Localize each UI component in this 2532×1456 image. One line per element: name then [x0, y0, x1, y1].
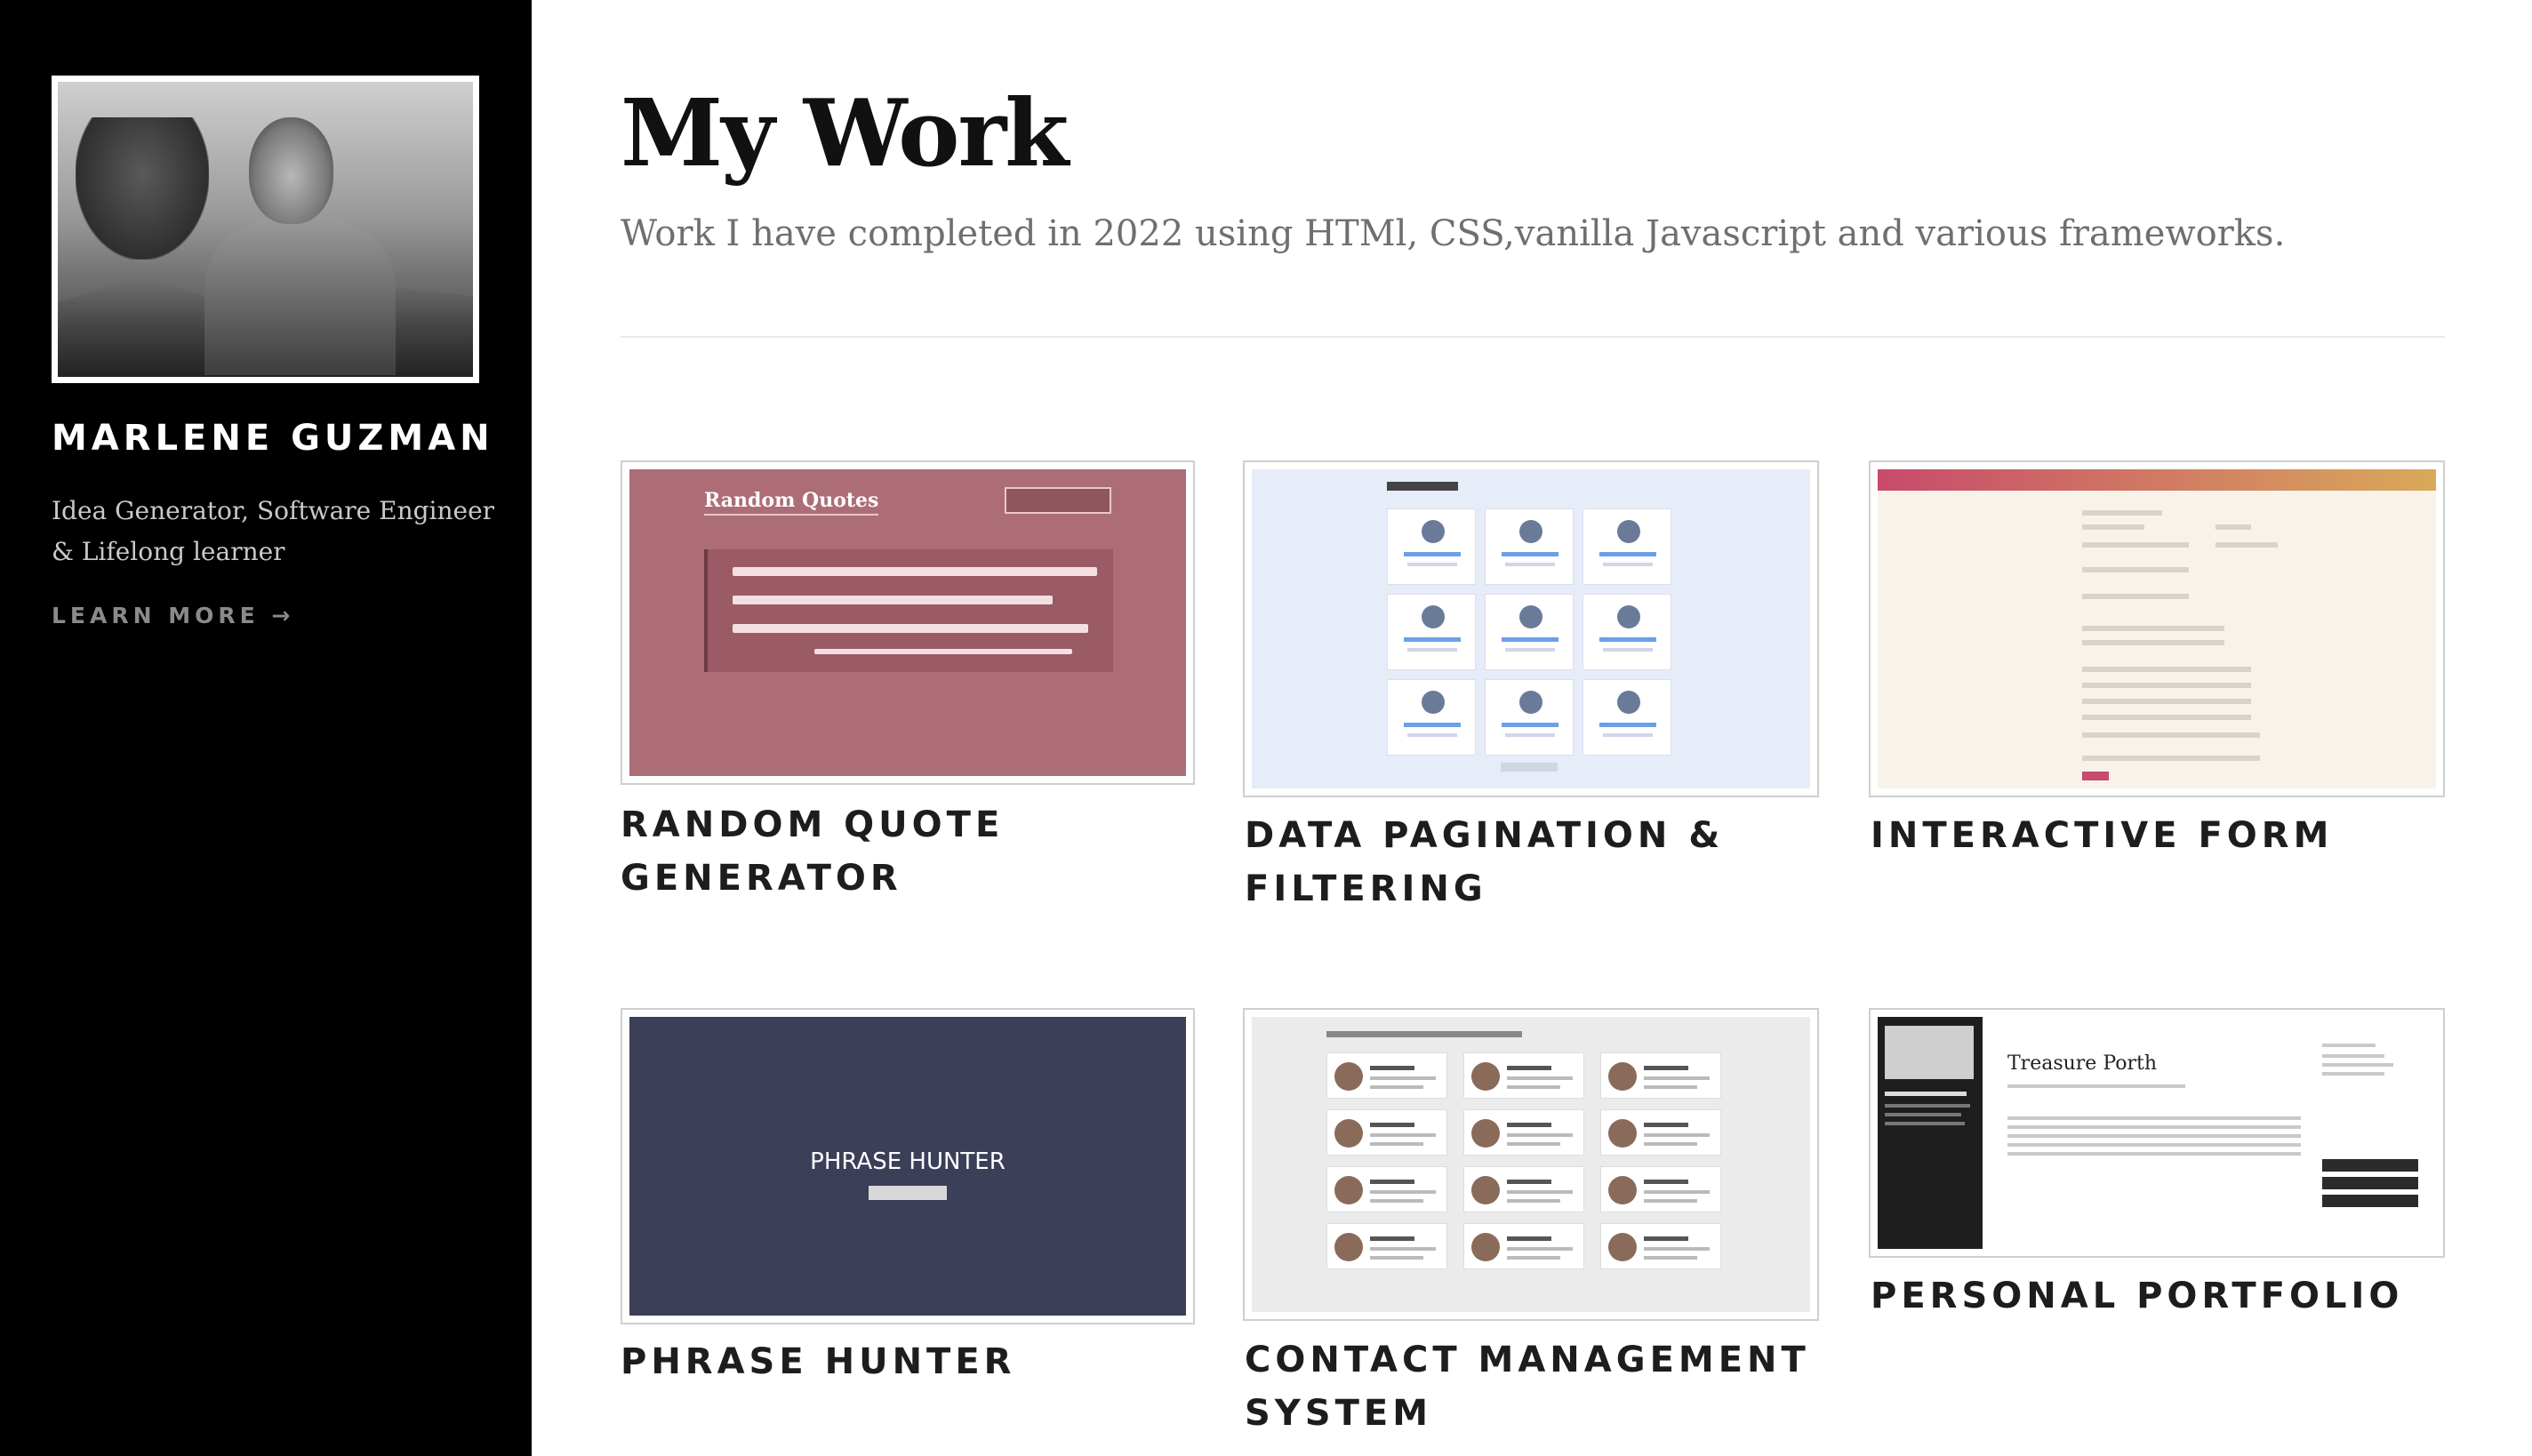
thumb-sidebar [1878, 1017, 1983, 1249]
divider [621, 336, 2445, 338]
project-thumbnail[interactable]: Random Quotes [621, 460, 1195, 785]
thumb-title [1326, 1031, 1522, 1037]
learn-more-link[interactable]: LEARN MORE → [52, 603, 294, 628]
avatar [52, 76, 479, 383]
page-title: My Work [621, 78, 1069, 188]
project-title[interactable]: PHRASE HUNTER [621, 1335, 1195, 1388]
quote-box [704, 549, 1113, 672]
thumb-title: Random Quotes [704, 489, 879, 516]
project-title[interactable]: RANDOM QUOTE GENERATOR [621, 798, 1195, 905]
project-thumbnail[interactable] [1869, 460, 2445, 797]
thumb-header [1878, 469, 2436, 491]
profile-name: MARLENE GUZMAN [52, 418, 494, 459]
profile-tagline: Idea Generator, Software Engineer & Life… [52, 496, 495, 566]
project-title[interactable]: DATA PAGINATION & FILTERING [1245, 809, 1819, 916]
project-title[interactable]: INTERACTIVE FORM [1871, 809, 2445, 862]
project-thumbnail[interactable] [1243, 1008, 1819, 1321]
project-thumbnail[interactable]: PHRASE HUNTER [621, 1008, 1195, 1324]
profile-photo [58, 82, 473, 377]
thumb-title [1387, 482, 1458, 491]
thumb-button [869, 1186, 947, 1200]
thumb-title: PHRASE HUNTER [810, 1148, 1006, 1175]
project-title[interactable]: CONTACT MANAGEMENT SYSTEM [1245, 1333, 1819, 1440]
thumb-button [1005, 487, 1111, 514]
page-subtitle: Work I have completed in 2022 using HTMl… [621, 213, 2286, 254]
project-thumbnail[interactable]: Treasure Porth [1869, 1008, 2445, 1258]
thumb-title: Treasure Porth [2007, 1052, 2157, 1075]
project-thumbnail[interactable] [1243, 460, 1819, 797]
sidebar: MARLENE GUZMAN Idea Generator, Software … [0, 0, 532, 1456]
project-title[interactable]: PERSONAL PORTFOLIO [1871, 1269, 2445, 1323]
